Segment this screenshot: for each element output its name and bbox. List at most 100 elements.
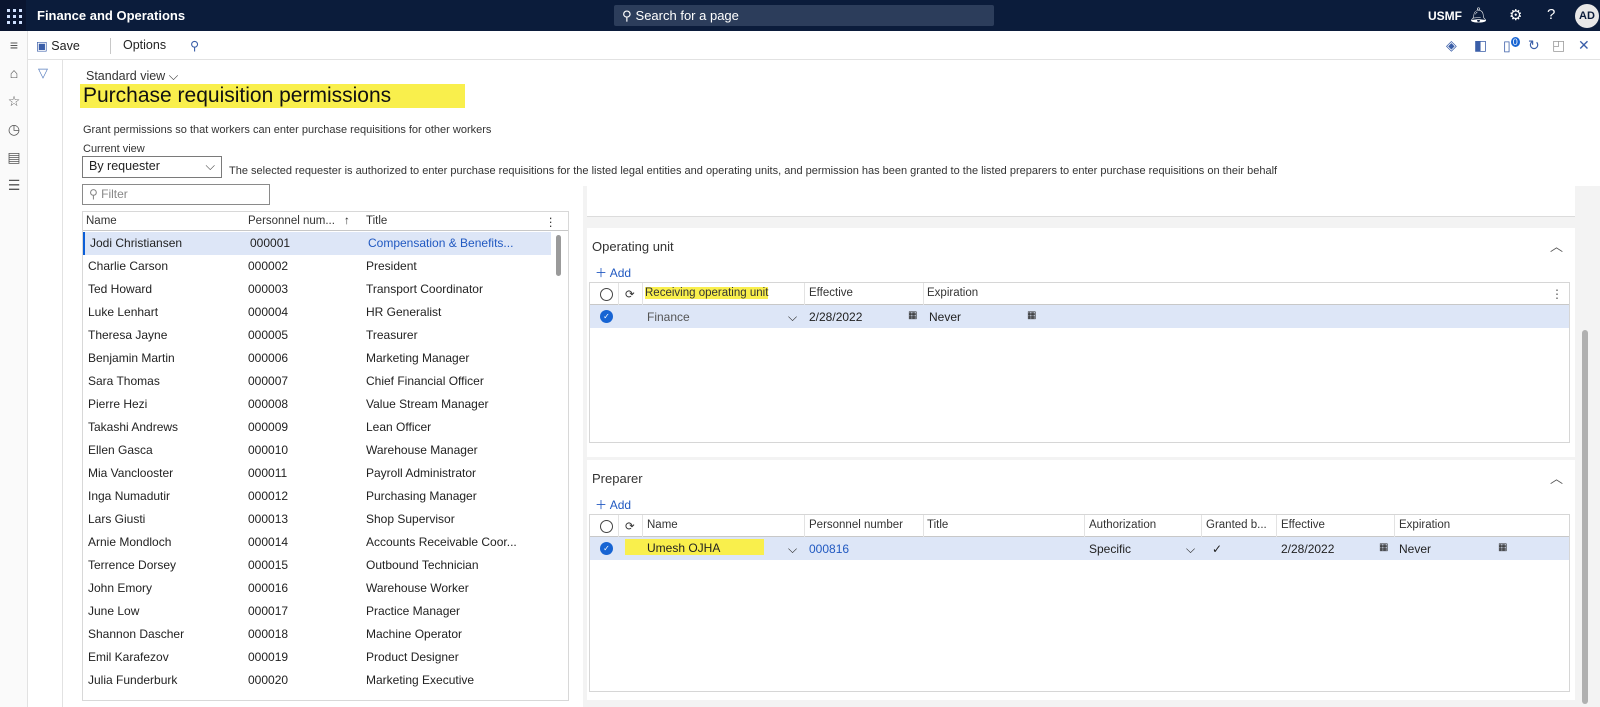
table-row[interactable]: Benjamin Martin 000006 Marketing Manager: [83, 347, 551, 370]
office-icon[interactable]: ◧: [1474, 37, 1487, 54]
requester-title[interactable]: Lean Officer: [366, 420, 431, 434]
table-row[interactable]: Terrence Dorsey 000015 Outbound Technician: [83, 554, 551, 577]
table-row[interactable]: Sara Thomas 000007 Chief Financial Officer: [83, 370, 551, 393]
requester-personnel-number[interactable]: 000011: [248, 466, 287, 480]
column-header-name[interactable]: Name: [86, 215, 117, 227]
requester-title[interactable]: Warehouse Manager: [366, 443, 478, 457]
requester-title[interactable]: Payroll Administrator: [366, 466, 476, 480]
table-row[interactable]: Arnie Mondloch 000014 Accounts Receivable …: [83, 531, 551, 554]
table-row[interactable]: Julia Funderburk 000020 Marketing Executiv…: [83, 669, 551, 692]
preparer-name-value[interactable]: Umesh OJHA: [625, 539, 764, 555]
table-row[interactable]: Theresa Jayne 000005 Treasurer: [83, 324, 551, 347]
table-row[interactable]: Luke Lenhart 000004 HR Generalist: [83, 301, 551, 324]
bell-icon[interactable]: 🔔︎: [1469, 6, 1488, 24]
column-header-expiration[interactable]: Expiration: [927, 287, 978, 299]
table-row[interactable]: Takashi Andrews 000009 Lean Officer: [83, 416, 551, 439]
column-header-expiration[interactable]: Expiration: [1399, 519, 1450, 531]
requester-name[interactable]: Shannon Dascher: [88, 627, 184, 641]
refresh-icon[interactable]: ↻: [1528, 37, 1540, 54]
calendar-icon[interactable]: ▦: [908, 310, 917, 321]
requester-title[interactable]: Warehouse Worker: [366, 581, 469, 595]
requester-name[interactable]: Julia Funderburk: [88, 673, 177, 687]
add-operating-unit-button[interactable]: ＋ Add: [595, 264, 631, 281]
company-picker[interactable]: USMF: [1428, 9, 1462, 23]
requester-name[interactable]: Jodi Christiansen: [90, 236, 182, 250]
requester-personnel-number[interactable]: 000005: [248, 328, 288, 342]
select-all-radio[interactable]: [600, 288, 613, 301]
requester-personnel-number[interactable]: 000010: [248, 443, 288, 457]
preparer-title[interactable]: Preparer: [592, 471, 643, 486]
requester-name[interactable]: John Emory: [88, 581, 152, 595]
modules-icon[interactable]: ☰: [4, 177, 24, 194]
requester-name[interactable]: June Low: [88, 604, 139, 618]
requester-personnel-number[interactable]: 000004: [248, 305, 288, 319]
calendar-icon[interactable]: ▦: [1498, 542, 1507, 553]
calendar-icon[interactable]: ▦: [1379, 542, 1388, 553]
table-row[interactable]: Ted Howard 000003 Transport Coordinator: [83, 278, 551, 301]
table-row[interactable]: June Low 000017 Practice Manager: [83, 600, 551, 623]
more-options-icon[interactable]: ⋮: [545, 215, 557, 229]
granted-by-checkmark[interactable]: ✓: [1212, 542, 1222, 556]
requester-personnel-number[interactable]: 000018: [248, 627, 288, 641]
requester-title[interactable]: Practice Manager: [366, 604, 460, 618]
requester-name[interactable]: Terrence Dorsey: [88, 558, 176, 572]
chevron-down-icon[interactable]: ⌵: [1186, 542, 1195, 557]
table-row[interactable]: Inga Numadutir 000012 Purchasing Manager: [83, 485, 551, 508]
app-title[interactable]: Finance and Operations: [37, 8, 185, 23]
effective-date-value[interactable]: 2/28/2022: [1281, 542, 1334, 556]
avatar[interactable]: AD: [1575, 4, 1599, 28]
requester-name[interactable]: Theresa Jayne: [88, 328, 167, 342]
requester-personnel-number[interactable]: 000006: [248, 351, 288, 365]
requester-title[interactable]: Outbound Technician: [366, 558, 479, 572]
home-icon[interactable]: ⌂: [4, 65, 24, 81]
chevron-down-icon[interactable]: ⌵: [788, 542, 797, 557]
table-row[interactable]: Pierre Hezi 000008 Value Stream Manager: [83, 393, 551, 416]
favorites-icon[interactable]: ☆: [4, 93, 24, 110]
preparer-personnel-number-link[interactable]: 000816: [809, 542, 849, 556]
filter-input[interactable]: ⚲ Filter: [82, 184, 270, 205]
requester-personnel-number[interactable]: 000013: [248, 512, 288, 526]
expiration-date-value[interactable]: Never: [1399, 542, 1431, 556]
requester-name[interactable]: Ellen Gasca: [88, 443, 153, 457]
column-header-name[interactable]: Name: [647, 519, 678, 531]
help-icon[interactable]: ?: [1547, 6, 1555, 23]
requester-name[interactable]: Inga Numadutir: [88, 489, 170, 503]
refresh-icon[interactable]: ⟳: [625, 519, 635, 533]
table-row[interactable]: Mia Vanclooster 000011 Payroll Administrat…: [83, 462, 551, 485]
requester-personnel-number[interactable]: 000009: [248, 420, 288, 434]
checkmark-icon[interactable]: ✓: [600, 310, 613, 323]
column-header-effective[interactable]: Effective: [1281, 519, 1325, 531]
table-row[interactable]: Ellen Gasca 000010 Warehouse Manager: [83, 439, 551, 462]
gear-icon[interactable]: ⚙: [1509, 6, 1522, 24]
requester-personnel-number[interactable]: 000012: [248, 489, 288, 503]
workspaces-icon[interactable]: ▤: [4, 149, 24, 166]
requester-name[interactable]: Ted Howard: [88, 282, 152, 296]
search-icon[interactable]: ⚲: [190, 38, 199, 53]
requester-personnel-number[interactable]: 000020: [248, 673, 288, 687]
authorization-value[interactable]: Specific: [1089, 542, 1131, 556]
requester-name[interactable]: Arnie Mondloch: [88, 535, 171, 549]
waffle-icon[interactable]: [0, 0, 26, 31]
requester-personnel-number[interactable]: 000016: [248, 581, 288, 595]
requester-name[interactable]: Sara Thomas: [88, 374, 160, 388]
select-all-radio[interactable]: [600, 520, 613, 533]
checkmark-icon[interactable]: ✓: [600, 542, 613, 555]
requester-name[interactable]: Luke Lenhart: [88, 305, 158, 319]
operating-unit-title[interactable]: Operating unit: [592, 239, 674, 254]
add-preparer-button[interactable]: ＋ Add: [595, 496, 631, 513]
requester-title[interactable]: Purchasing Manager: [366, 489, 477, 503]
requester-title[interactable]: Treasurer: [366, 328, 418, 342]
recent-icon[interactable]: ◷: [4, 121, 24, 138]
page-search-box[interactable]: ⚲ Search for a page: [614, 5, 994, 26]
more-options-icon[interactable]: ⋮: [1551, 287, 1563, 301]
requester-title[interactable]: Product Designer: [366, 650, 459, 664]
requester-personnel-number[interactable]: 000015: [248, 558, 288, 572]
requester-title[interactable]: Value Stream Manager: [366, 397, 489, 411]
options-button[interactable]: Options: [123, 38, 166, 52]
requester-name[interactable]: Pierre Hezi: [88, 397, 147, 411]
chevron-up-icon[interactable]: ︿: [1550, 236, 1563, 255]
column-header-personnel-number[interactable]: Personnel number: [809, 519, 903, 531]
table-row[interactable]: ✓ Umesh OJHA ⌵ 000816 Specific ⌵ ✓ 2/28/…: [590, 537, 1569, 560]
requester-personnel-number[interactable]: 000007: [248, 374, 288, 388]
column-header-granted-by[interactable]: Granted b...: [1206, 519, 1267, 531]
